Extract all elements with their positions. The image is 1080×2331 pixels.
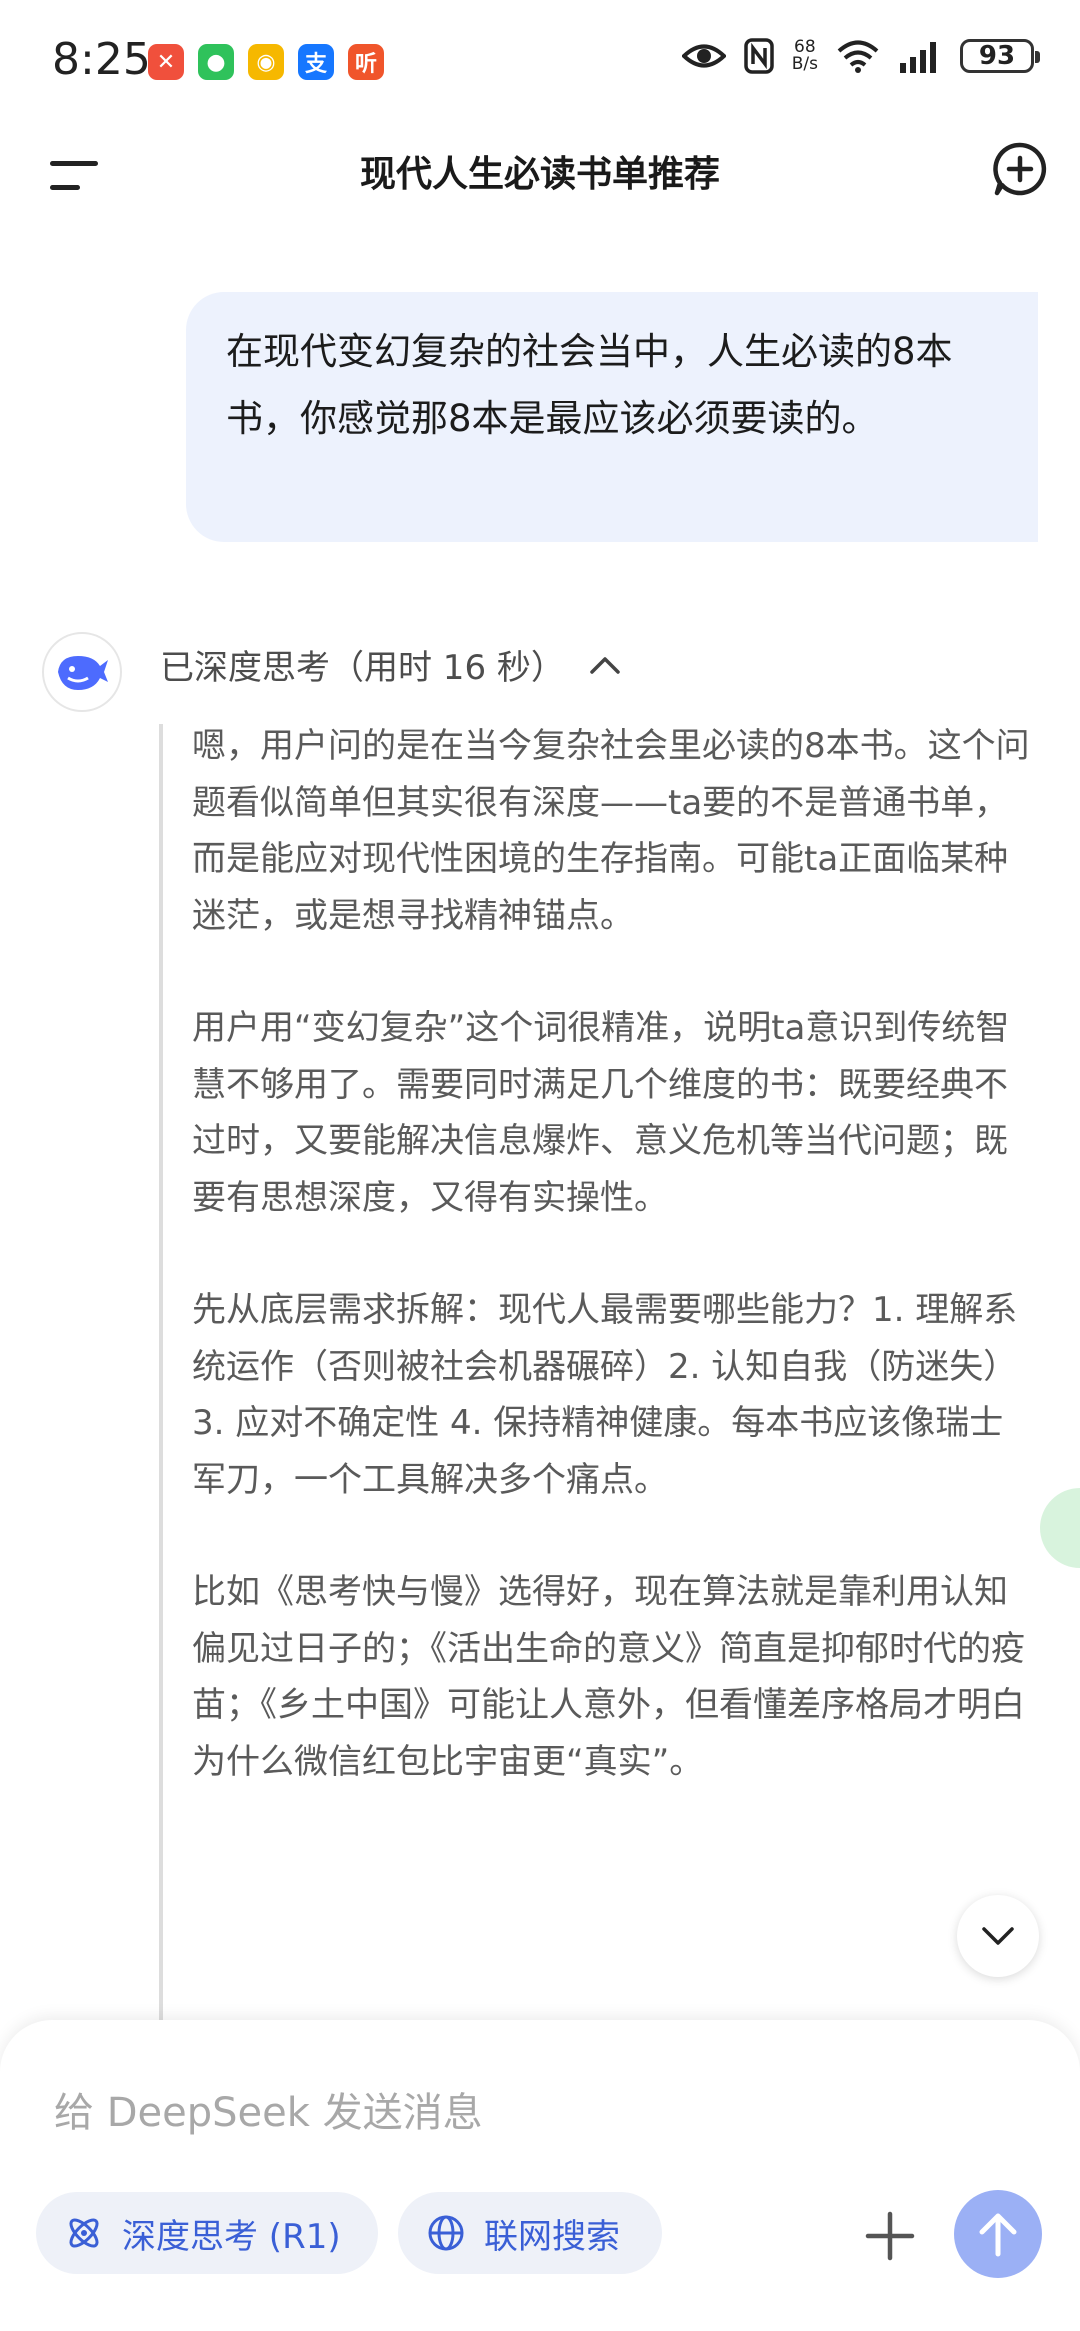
- baidu-netdisk-icon: ✕: [148, 44, 184, 80]
- weibo-icon: ◉: [248, 44, 284, 80]
- thinking-label: 已深度思考（用时 16 秒）: [160, 648, 565, 688]
- attach-plus-icon[interactable]: [862, 2208, 918, 2264]
- arrow-up-icon: [979, 2213, 1017, 2257]
- status-bar: 8:25 ✕ ● ◉ 支听 68 B/s 93: [0, 0, 1080, 125]
- ting-icon: 听: [348, 44, 384, 80]
- status-time: 8:25: [52, 34, 151, 85]
- battery-indicator: 93: [960, 39, 1040, 73]
- wechat-icon: ●: [198, 44, 234, 80]
- globe-icon: [428, 2215, 464, 2251]
- thinking-content: 嗯，用户问的是在当今复杂社会里必读的8本书。这个问题看似简单但其实很有深度——t…: [192, 718, 1032, 1846]
- thinking-paragraph: 用户用“变幻复杂”这个词很精准，说明ta意识到传统智慧不够用了。需要同时满足几个…: [192, 1008, 1010, 1218]
- deep-think-label: 深度思考 (R1): [122, 2216, 341, 2257]
- thinking-divider: [159, 724, 163, 2024]
- chevron-down-icon: [982, 1927, 1014, 1945]
- message-input[interactable]: 给 DeepSeek 发送消息: [54, 2080, 483, 2138]
- nfc-icon: [744, 38, 774, 74]
- eye-icon: [681, 44, 726, 68]
- deepseek-avatar: [42, 632, 122, 712]
- network-speed-unit: B/s: [791, 54, 818, 74]
- thinking-paragraph: 嗯，用户问的是在当今复杂社会里必读的8本书。这个问题看似简单但其实很有深度——t…: [192, 726, 1030, 936]
- web-search-toggle[interactable]: 联网搜索: [398, 2192, 662, 2274]
- chevron-up-icon: [590, 656, 620, 674]
- chat-header: 现代人生必读书单推荐: [0, 125, 1080, 230]
- web-search-label: 联网搜索: [484, 2216, 620, 2257]
- thinking-toggle[interactable]: 已深度思考（用时 16 秒）: [160, 640, 621, 689]
- page-title: 现代人生必读书单推荐: [359, 154, 720, 195]
- user-message-bubble: 在现代变幻复杂的社会当中，人生必读的8本书，你感觉那8本是最应该必须要读的。: [186, 292, 1038, 542]
- notification-icons: ✕ ● ◉ 支听: [148, 44, 384, 80]
- scroll-to-bottom-button[interactable]: [957, 1895, 1039, 1977]
- deep-think-toggle[interactable]: 深度思考 (R1): [36, 2192, 378, 2274]
- whale-logo-icon: [58, 656, 108, 690]
- status-indicators: 68 B/s 93: [681, 38, 1040, 74]
- alipay-icon: 支: [298, 44, 334, 80]
- send-button[interactable]: [954, 2190, 1042, 2278]
- thinking-paragraph: 比如《思考快与慢》选得好，现在算法就是靠利用认知偏见过日子的；《活出生命的意义》…: [192, 1572, 1025, 1782]
- new-chat-icon[interactable]: [992, 141, 1048, 197]
- wifi-icon: [837, 40, 879, 73]
- network-speed: 68 B/s: [792, 39, 818, 73]
- thinking-paragraph: 先从底层需求拆解：现代人最需要哪些能力？1. 理解系统运作（否则被社会机器碾碎）…: [192, 1290, 1018, 1500]
- atom-icon: [69, 2218, 99, 2248]
- floating-assistant-bubble[interactable]: [1040, 1488, 1080, 1568]
- signal-icon: [900, 42, 936, 73]
- message-composer: 给 DeepSeek 发送消息 深度思考 (R1) 联网搜索: [0, 2020, 1080, 2331]
